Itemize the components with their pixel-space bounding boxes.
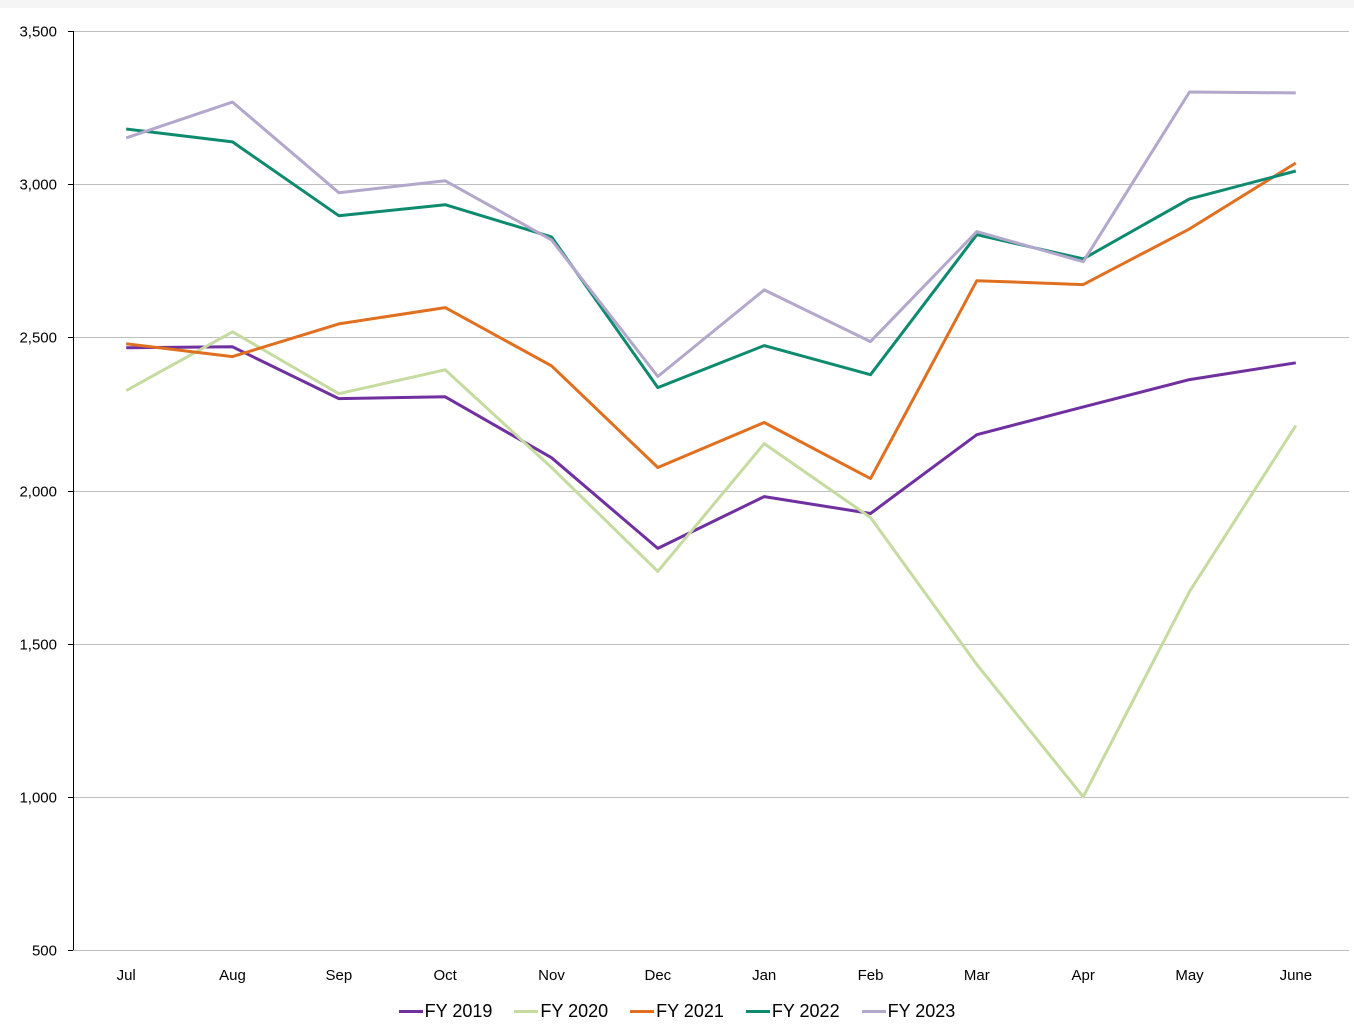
series-line-fy-2019 bbox=[126, 345, 1297, 550]
legend-label: FY 2021 bbox=[656, 1000, 724, 1021]
x-tick-label: Jul bbox=[117, 967, 136, 984]
x-tick-label: June bbox=[1280, 967, 1313, 984]
legend-item: FY 2022 bbox=[745, 1000, 840, 1022]
x-tick-label: Aug bbox=[219, 967, 246, 984]
y-tick-label: 2,000 bbox=[19, 484, 57, 501]
x-tick-label: Apr bbox=[1071, 967, 1094, 984]
x-tick-label: Mar bbox=[964, 967, 990, 984]
x-tick-label: Sep bbox=[325, 967, 352, 984]
legend-item: FY 2021 bbox=[630, 1001, 724, 1022]
legend-swatch bbox=[514, 1009, 539, 1013]
gridlines bbox=[73, 31, 1349, 951]
y-tick-label: 2,500 bbox=[19, 330, 57, 347]
legend-swatch bbox=[630, 1009, 655, 1013]
series-line-fy-2022 bbox=[126, 127, 1297, 390]
legend-swatch bbox=[861, 1009, 886, 1013]
x-tick-label: Oct bbox=[433, 967, 457, 984]
legend-label: FY 2020 bbox=[540, 1000, 609, 1021]
series-line-fy-2021 bbox=[126, 161, 1297, 481]
legend-item: FY 2020 bbox=[514, 1001, 608, 1022]
x-axis: Jul Aug Sep Oct Nov Dec Jan Feb Mar Apr May June bbox=[117, 967, 1313, 984]
legend-item: FY 2023 bbox=[861, 1000, 956, 1022]
legend-swatch bbox=[398, 1009, 423, 1013]
y-axis: 500 1,000 1,500 2,000 2,500 3,000 3,500 bbox=[19, 24, 74, 960]
x-tick-label: Jan bbox=[752, 967, 776, 984]
legend-label: FY 2023 bbox=[887, 1000, 956, 1021]
legend-item: FY 2019 bbox=[398, 1000, 493, 1022]
legend-label: FY 2022 bbox=[771, 1000, 840, 1021]
x-tick-label: May bbox=[1175, 967, 1204, 984]
y-tick-label: 1,500 bbox=[19, 637, 57, 654]
y-tick-label: 1,000 bbox=[19, 790, 57, 807]
y-tick-label: 3,500 bbox=[19, 24, 57, 41]
line-chart: 500 1,000 1,500 2,000 2,500 3,000 3,500 Jul Aug… bbox=[19, 24, 1349, 984]
x-tick-label: Dec bbox=[644, 967, 671, 984]
series-line-fy-2020 bbox=[125, 330, 1298, 799]
legend: FY 2019 FY 2020 FY 2021 FY 2022 FY 2023 bbox=[0, 998, 1354, 1024]
series-lines bbox=[125, 90, 1298, 799]
x-tick-label: Feb bbox=[858, 967, 884, 984]
x-tick-label: Nov bbox=[538, 967, 565, 984]
y-tick-label: 3,000 bbox=[19, 177, 57, 194]
legend-label: FY 2019 bbox=[424, 1000, 493, 1021]
y-tick-label: 500 bbox=[32, 943, 57, 960]
legend-swatch bbox=[745, 1009, 770, 1013]
